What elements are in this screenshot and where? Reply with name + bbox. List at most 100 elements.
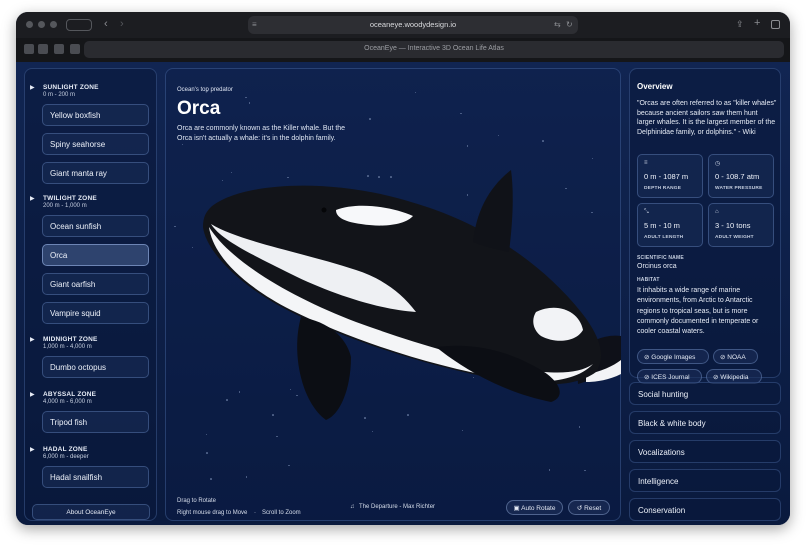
- species-item[interactable]: Vampire squid: [42, 302, 149, 324]
- link-label: NOAA: [727, 354, 746, 361]
- tab-title: OceanEye — Interactive 3D Ocean Life Atl…: [364, 45, 504, 52]
- zone-arrow-icon: ▶: [30, 85, 35, 91]
- stat-card: ⌂ 3 - 10 tons ADULT WEIGHT: [708, 203, 774, 247]
- hint-separator: ·: [254, 510, 256, 516]
- zone-arrow-icon: ▶: [30, 392, 35, 398]
- zone-name: SUNLIGHT ZONE: [43, 84, 99, 91]
- zone-header[interactable]: ▶ SUNLIGHT ZONE 0 m - 200 m: [30, 84, 99, 98]
- species-kicker: Ocean's top predator: [177, 87, 233, 93]
- browser-window: ‹ › ≡ oceaneye.woodydesign.io ⇆ ↻ ⇪ + Oc…: [16, 12, 790, 525]
- scientific-name-label: SCIENTIFIC NAME: [637, 255, 684, 261]
- zone-depth: 200 m - 1,000 m: [43, 203, 87, 209]
- zoom-window-button[interactable]: [50, 21, 57, 28]
- address-bar[interactable]: ≡ oceaneye.woodydesign.io ⇆ ↻: [248, 16, 578, 34]
- species-item[interactable]: Ocean sunfish: [42, 215, 149, 237]
- zone-arrow-icon: ▶: [30, 196, 35, 202]
- zone-header[interactable]: ▶ TWILIGHT ZONE 200 m - 1,000 m: [30, 195, 97, 209]
- share-icon[interactable]: ⇪: [736, 19, 744, 29]
- favorite-icon[interactable]: [24, 44, 34, 54]
- orca-model[interactable]: [181, 152, 621, 442]
- species-item[interactable]: Hadal snailfish: [42, 466, 149, 488]
- pressure-icon: ◷: [715, 161, 721, 167]
- habitat-text: It inhabits a wide range of marine envir…: [637, 287, 759, 336]
- species-item[interactable]: Giant manta ray: [42, 162, 149, 184]
- new-tab-icon[interactable]: +: [754, 18, 760, 29]
- stat-value: 0 - 108.7 atm: [715, 172, 760, 181]
- stat-card: ◷ 0 - 108.7 atm WATER PRESSURE: [708, 154, 774, 198]
- species-item[interactable]: Giant oarfish: [42, 273, 149, 295]
- reset-button[interactable]: ↺ Reset: [568, 500, 610, 515]
- zone-depth: 6,000 m - deeper: [43, 454, 89, 460]
- auto-rotate-button[interactable]: ▣ Auto Rotate: [506, 500, 563, 515]
- stat-value: 3 - 10 tons: [715, 221, 751, 230]
- zone-depth: 4,000 m - 6,000 m: [43, 399, 92, 405]
- section-accordion[interactable]: Vocalizations: [629, 440, 781, 463]
- tab-bar: OceanEye — Interactive 3D Ocean Life Atl…: [16, 38, 790, 62]
- overview-quote: "Orcas are often referred to as "killer …: [637, 100, 777, 136]
- section-accordion[interactable]: Social hunting: [629, 382, 781, 405]
- stat-label: ADULT LENGTH: [644, 235, 684, 240]
- stat-value: 0 m - 1087 m: [644, 172, 689, 181]
- zone-name: HADAL ZONE: [43, 446, 88, 453]
- species-item[interactable]: Tripod fish: [42, 411, 149, 433]
- stat-value: 5 m - 10 m: [644, 221, 680, 230]
- section-accordion[interactable]: Intelligence: [629, 469, 781, 492]
- weight-icon: ⌂: [715, 209, 719, 215]
- zone-header[interactable]: ▶ MIDNIGHT ZONE 1,000 m - 4,000 m: [30, 336, 98, 350]
- stat-card: ≡ 0 m - 1087 m DEPTH RANGE: [637, 154, 703, 198]
- music-note-icon[interactable]: ♫: [350, 504, 355, 510]
- favorite-icon[interactable]: [54, 44, 64, 54]
- stat-label: WATER PRESSURE: [715, 186, 763, 191]
- translate-icon[interactable]: ⇆: [554, 20, 561, 30]
- depth-icon: ≡: [644, 160, 648, 166]
- about-button[interactable]: About OceanEye: [32, 504, 150, 520]
- zone-header[interactable]: ▶ ABYSSAL ZONE 4,000 m - 6,000 m: [30, 391, 96, 405]
- back-icon[interactable]: ‹: [104, 19, 108, 30]
- zone-depth: 1,000 m - 4,000 m: [43, 344, 92, 350]
- minimize-window-button[interactable]: [38, 21, 45, 28]
- species-item[interactable]: Orca: [42, 244, 149, 266]
- url-text: oceaneye.woodydesign.io: [369, 20, 457, 29]
- zone-name: MIDNIGHT ZONE: [43, 336, 98, 343]
- species-item[interactable]: Yellow boxfish: [42, 104, 149, 126]
- species-description: Orca are commonly known as the Killer wh…: [177, 125, 346, 142]
- zone-arrow-icon: ▶: [30, 447, 35, 453]
- section-accordion[interactable]: Black & white body: [629, 411, 781, 434]
- length-icon: ⤡: [644, 209, 649, 215]
- reference-link[interactable]: ⊘ NOAA: [713, 349, 758, 364]
- move-hint: Right mouse drag to Move: [177, 510, 248, 516]
- link-label: Wikipedia: [720, 374, 749, 381]
- favorite-icon[interactable]: [38, 44, 48, 54]
- habitat-label: HABITAT: [637, 277, 660, 283]
- zone-arrow-icon: ▶: [30, 337, 35, 343]
- music-track[interactable]: The Departure - Max Richter: [359, 504, 435, 510]
- stat-label: DEPTH RANGE: [644, 186, 682, 191]
- reference-link[interactable]: ⊘ Google Images: [637, 349, 709, 364]
- zone-name: ABYSSAL ZONE: [43, 391, 97, 398]
- page-content: ▶ SUNLIGHT ZONE 0 m - 200 m Yellow boxfish S…: [16, 62, 790, 525]
- tab-overview-icon[interactable]: [771, 20, 780, 29]
- forward-icon[interactable]: ›: [120, 19, 124, 30]
- overview-title: Overview: [637, 82, 673, 91]
- stat-label: ADULT WEIGHT: [715, 235, 754, 240]
- zone-depth: 0 m - 200 m: [43, 92, 76, 98]
- sidebar-toggle-icon[interactable]: [66, 19, 92, 31]
- link-label: ICES Journal: [651, 374, 690, 381]
- species-item[interactable]: Spiny seahorse: [42, 133, 149, 155]
- rotate-icon: ▣: [513, 505, 522, 512]
- reload-icon[interactable]: ↻: [566, 20, 573, 30]
- favorite-icon[interactable]: [70, 44, 80, 54]
- scientific-name: Orcinus orca: [637, 263, 677, 270]
- zone-name: TWILIGHT ZONE: [43, 195, 97, 202]
- species-item[interactable]: Dumbo octopus: [42, 356, 149, 378]
- link-label: Google Images: [651, 354, 696, 361]
- rotate-hint: Drag to Rotate: [177, 498, 217, 504]
- title-bar: ‹ › ≡ oceaneye.woodydesign.io ⇆ ↻ ⇪ +: [16, 12, 790, 38]
- zone-header[interactable]: ▶ HADAL ZONE 6,000 m - deeper: [30, 446, 89, 460]
- zoom-hint: Scroll to Zoom: [262, 510, 301, 516]
- page-title: Orca: [177, 98, 221, 119]
- close-window-button[interactable]: [26, 21, 33, 28]
- active-tab[interactable]: OceanEye — Interactive 3D Ocean Life Atl…: [84, 41, 784, 58]
- section-accordion[interactable]: Conservation: [629, 498, 781, 521]
- stat-card: ⤡ 5 m - 10 m ADULT LENGTH: [637, 203, 703, 247]
